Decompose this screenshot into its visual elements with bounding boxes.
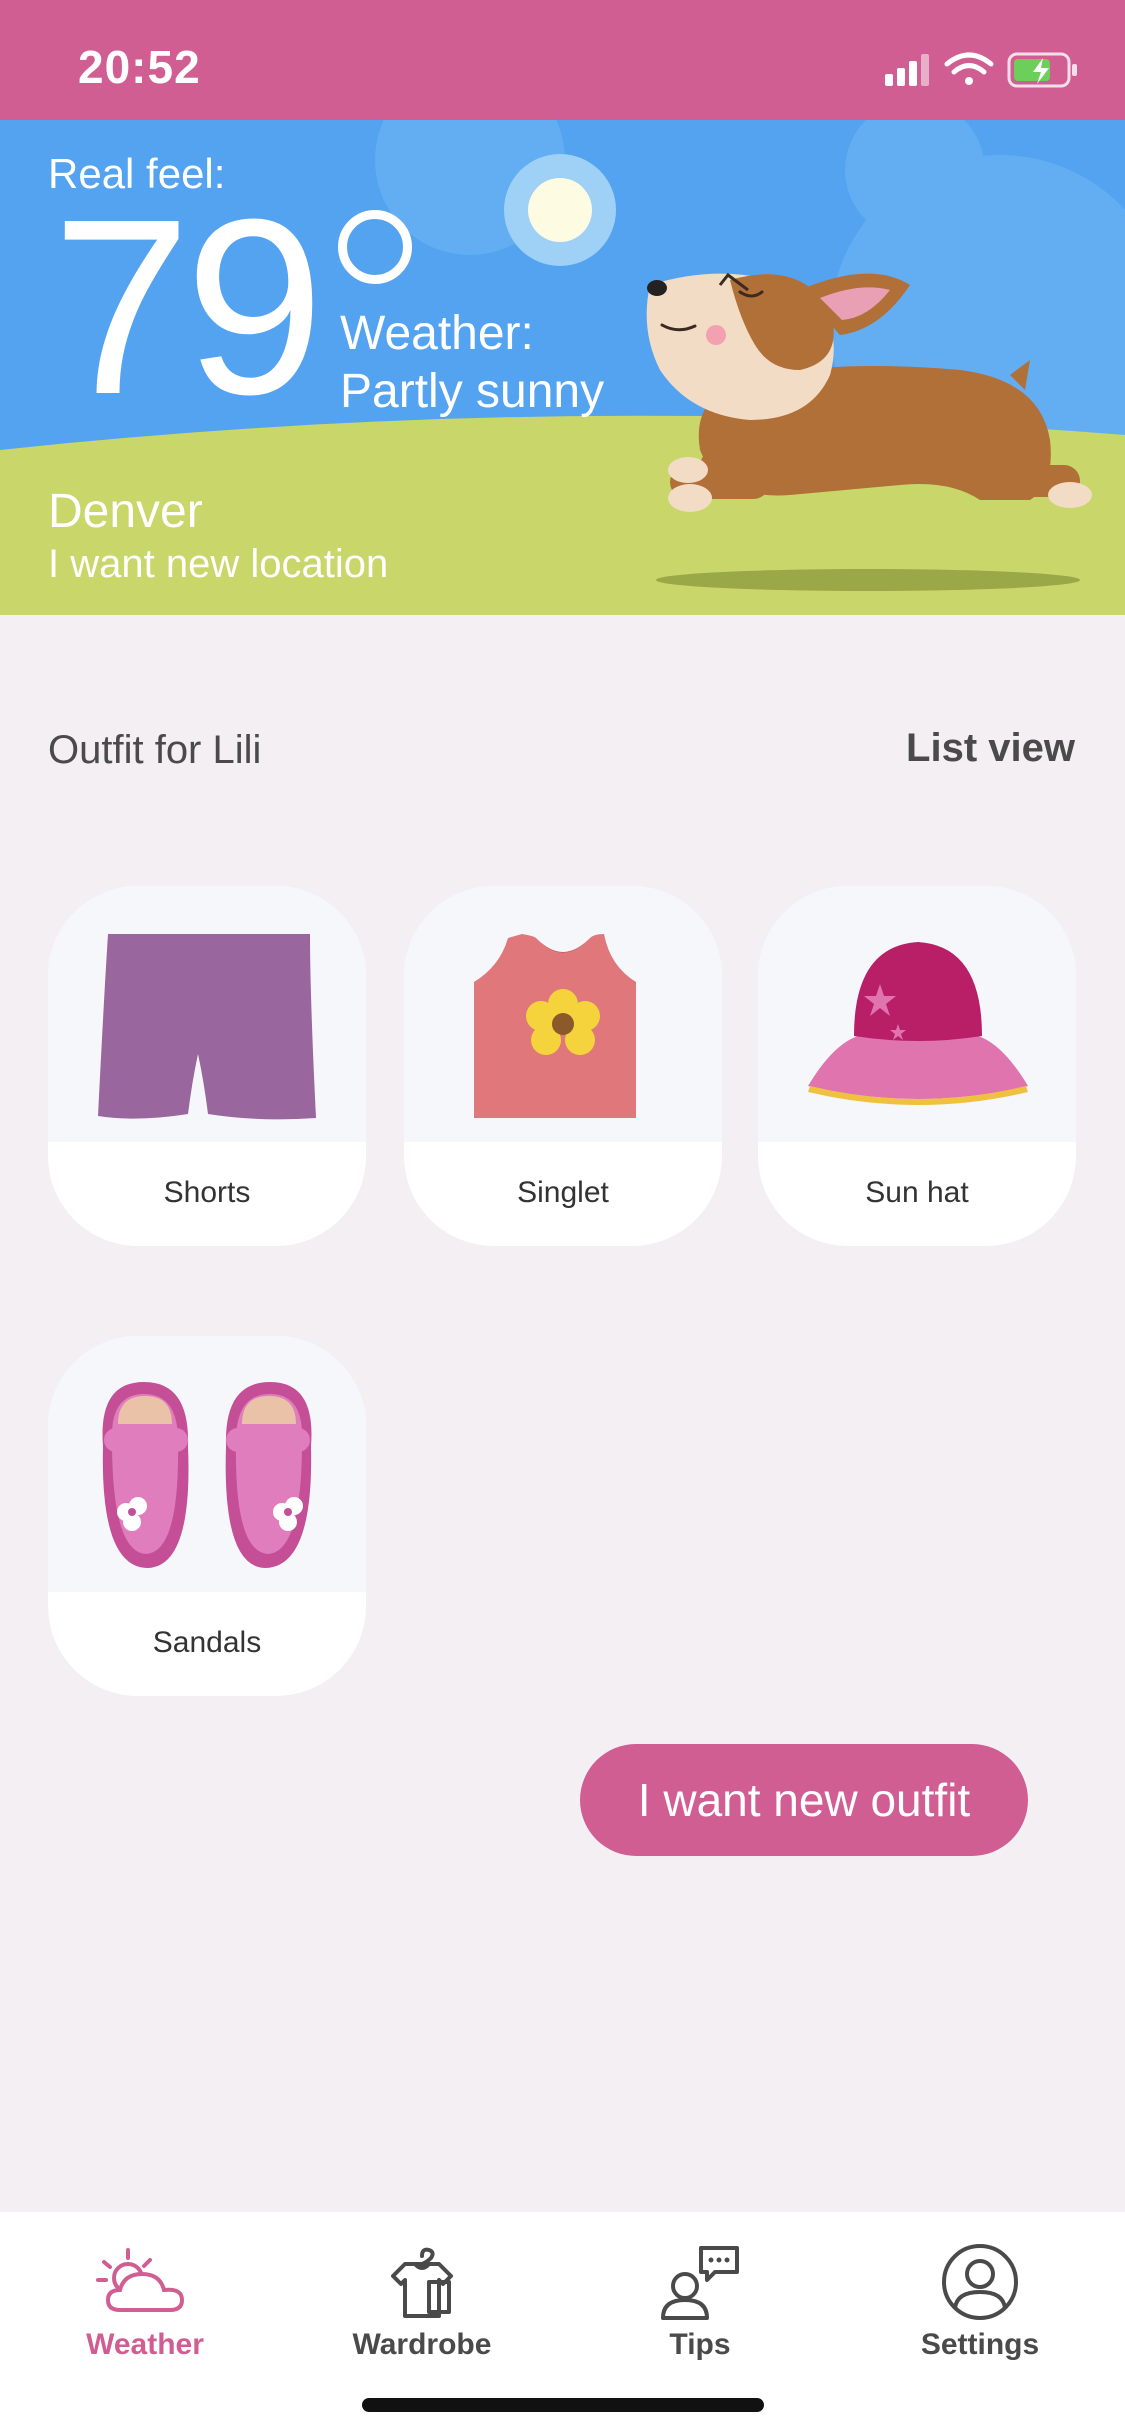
change-location-link[interactable]: I want new location (48, 542, 388, 587)
sandals-icon (102, 1382, 312, 1568)
signal-icon (885, 54, 929, 86)
tab-label: Weather (86, 2328, 204, 2361)
sun-hat-icon (808, 942, 1028, 1105)
tab-label: Wardrobe (352, 2328, 492, 2361)
new-outfit-button[interactable]: I want new outfit (580, 1744, 1028, 1856)
outfit-card-label: Sandals (152, 1626, 262, 1659)
shorts-icon (98, 934, 316, 1120)
outfit-card-shorts[interactable]: Shorts (48, 886, 366, 1246)
tab-wardrobe[interactable]: Wardrobe (322, 2242, 522, 2392)
status-icons (885, 48, 1085, 92)
weather-label: Weather: (340, 307, 534, 360)
tips-icon (661, 2246, 739, 2320)
city-name: Denver (48, 485, 203, 538)
tab-settings[interactable]: Settings (880, 2242, 1080, 2392)
sun-icon (504, 154, 616, 266)
tab-label: Tips (669, 2328, 731, 2361)
weather-hero: Real feel: 79 Weather: Partly sunny Denv… (0, 120, 1125, 615)
outfit-title: Outfit for Lili (48, 728, 262, 772)
tab-weather[interactable]: Weather (45, 2242, 245, 2392)
weather-icon (96, 2248, 185, 2312)
degree-symbol (338, 210, 412, 284)
settings-icon (942, 2244, 1018, 2320)
status-bar: 20:52 (0, 0, 1125, 120)
battery-icon (1007, 52, 1077, 88)
outfit-card-label: Shorts (163, 1176, 251, 1209)
weather-value: Partly sunny (340, 365, 605, 418)
home-indicator (362, 2398, 764, 2412)
outfit-card-singlet[interactable]: Singlet (404, 886, 722, 1246)
tab-tips[interactable]: Tips (600, 2242, 800, 2392)
singlet-icon (474, 934, 636, 1118)
tab-label: Settings (920, 2328, 1040, 2361)
wifi-icon (944, 52, 994, 85)
outfit-card-sun-hat[interactable]: Sun hat (758, 886, 1076, 1246)
outfit-card-sandals[interactable]: Sandals (48, 1336, 366, 1696)
temperature-value: 79 (52, 167, 324, 446)
list-view-button[interactable]: List view (906, 726, 1075, 771)
outfit-card-label: Sun hat (865, 1176, 969, 1209)
wardrobe-icon (391, 2247, 453, 2318)
status-time: 20:52 (78, 41, 201, 93)
outfit-card-label: Singlet (517, 1176, 609, 1209)
